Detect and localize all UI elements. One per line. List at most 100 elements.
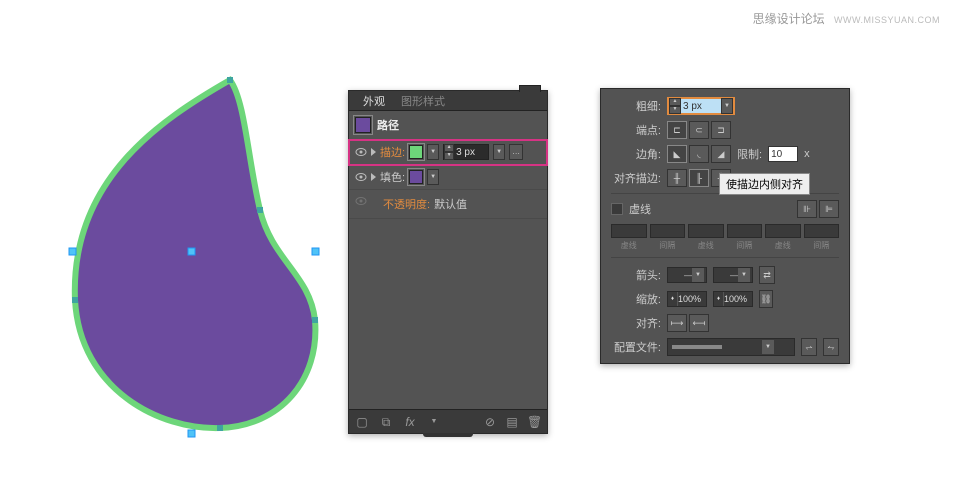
panel-grip[interactable]: [423, 433, 473, 437]
duplicate-icon[interactable]: ⧉: [379, 415, 393, 429]
trash-icon[interactable]: 🗑: [527, 415, 541, 429]
center-handle[interactable]: [188, 248, 195, 255]
align-tooltip: 使描边内侧对齐: [719, 173, 810, 195]
anchor-point[interactable]: [72, 297, 78, 303]
cap-square-button[interactable]: ⊐: [711, 121, 731, 139]
cap-round-button[interactable]: ⊂: [689, 121, 709, 139]
stroke-label[interactable]: 描边:: [380, 144, 405, 160]
dash-align-button[interactable]: ⊫: [819, 200, 839, 218]
opacity-value[interactable]: 默认值: [434, 196, 467, 212]
arrow-label: 箭头:: [611, 267, 661, 283]
limit-input[interactable]: [768, 146, 798, 162]
cap-label: 端点:: [611, 122, 661, 138]
tab-appearance[interactable]: 外观: [355, 91, 393, 111]
weight-input[interactable]: [681, 99, 721, 113]
opacity-label[interactable]: 不透明度:: [383, 196, 430, 212]
fill-row[interactable]: 填色: ▼: [349, 165, 547, 190]
corner-miter-button[interactable]: ◣: [667, 145, 687, 163]
new-art-icon[interactable]: ▢: [355, 415, 369, 429]
anchor-point[interactable]: [227, 77, 233, 83]
stroke-row[interactable]: 描边: ▼ ▲▼ ▼ …: [349, 140, 547, 165]
corner-bevel-button[interactable]: ◢: [711, 145, 731, 163]
stroke-color-dropdown[interactable]: ▼: [427, 144, 439, 160]
step-up-icon[interactable]: ▲: [444, 144, 454, 152]
weight-stepper[interactable]: ▲▼ ▼: [667, 97, 735, 115]
expand-icon[interactable]: [371, 148, 376, 156]
bbox-handle[interactable]: [312, 248, 319, 255]
scale-start-input[interactable]: ♦100%: [667, 291, 707, 307]
appearance-body: [349, 219, 547, 419]
arrow-end-select[interactable]: —▼: [713, 267, 753, 283]
anchor-point[interactable]: [217, 425, 223, 431]
flip-across-button[interactable]: ⥋: [801, 338, 817, 356]
profile-select[interactable]: ▼: [667, 338, 795, 356]
teardrop-shape[interactable]: [60, 60, 330, 440]
stroke-weight-dropdown[interactable]: ▼: [493, 144, 505, 160]
stroke-weight-stepper[interactable]: ▲▼: [443, 144, 489, 160]
scale-row: 缩放: ♦100% ♦100% ⛓: [611, 290, 839, 308]
dash-input-1[interactable]: [611, 224, 647, 238]
dash-preserve-button[interactable]: ⊪: [797, 200, 817, 218]
limit-unit: x: [804, 148, 810, 160]
stroke-color-swatch[interactable]: [409, 145, 423, 159]
artboard[interactable]: [60, 60, 330, 440]
visibility-icon[interactable]: [355, 196, 367, 206]
profile-uniform-icon: [672, 345, 722, 349]
bbox-handle[interactable]: [69, 248, 76, 255]
bbox-handle[interactable]: [188, 430, 195, 437]
arrow-start-select[interactable]: —▼: [667, 267, 707, 283]
link-scale-button[interactable]: ⛓: [759, 290, 773, 308]
visibility-icon[interactable]: [355, 172, 367, 182]
swap-arrows-button[interactable]: ⇄: [759, 266, 775, 284]
profile-row: 配置文件: ▼ ⥋ ⥊: [611, 338, 839, 356]
expand-icon[interactable]: [371, 173, 376, 181]
cap-row: 端点: ⊏ ⊂ ⊐: [611, 121, 839, 139]
fx-dropdown-icon[interactable]: ▼: [427, 415, 441, 429]
corner-label: 边角:: [611, 146, 661, 162]
weight-row: 粗细: ▲▼ ▼: [611, 97, 839, 115]
anchor-point[interactable]: [257, 207, 263, 213]
watermark: 思缘设计论坛 WWW.MISSYUAN.COM: [753, 10, 940, 27]
gap-input-1[interactable]: [650, 224, 686, 238]
step-up-icon[interactable]: ▲: [669, 98, 681, 106]
stroke-weight-input[interactable]: [454, 145, 488, 159]
object-swatch[interactable]: [355, 117, 371, 133]
corner-round-button[interactable]: ◟: [689, 145, 709, 163]
stroke-options-button[interactable]: …: [509, 144, 523, 160]
gap-input-3[interactable]: [804, 224, 840, 238]
anchor-point[interactable]: [312, 317, 318, 323]
fx-button[interactable]: fx: [403, 415, 417, 429]
align-center-button[interactable]: ╫: [667, 169, 687, 187]
panel-titlebar[interactable]: 外观 图形样式: [349, 91, 547, 111]
stroke-panel: 粗细: ▲▼ ▼ 端点: ⊏ ⊂ ⊐ 边角: ◣ ◟ ◢ 限制: x 对齐描边:…: [600, 88, 850, 364]
clear-icon[interactable]: ⊘: [483, 415, 497, 429]
align-arrow-row: 对齐: ⟼ ⟻: [611, 314, 839, 332]
fill-label[interactable]: 填色:: [380, 169, 405, 185]
fill-color-dropdown[interactable]: ▼: [427, 169, 439, 185]
dash-input-2[interactable]: [688, 224, 724, 238]
align-tip-button[interactable]: ⟼: [667, 314, 687, 332]
object-title: 路径: [377, 117, 399, 133]
new-icon[interactable]: ▤: [505, 415, 519, 429]
dashed-line-section: 虚线 ⊪ ⊫ 虚线 间隔 虚线 间隔 虚线 间隔: [611, 193, 839, 258]
opacity-row[interactable]: 不透明度: 默认值: [349, 190, 547, 219]
weight-dropdown[interactable]: ▼: [721, 98, 733, 114]
appearance-footer: ▢ ⧉ fx ▼ ⊘ ▤ 🗑: [349, 409, 547, 433]
align-arrow-label: 对齐:: [611, 315, 661, 331]
fill-color-swatch[interactable]: [409, 170, 423, 184]
align-end-button[interactable]: ⟻: [689, 314, 709, 332]
cap-butt-button[interactable]: ⊏: [667, 121, 687, 139]
tab-graphic-styles[interactable]: 图形样式: [393, 91, 453, 111]
profile-label: 配置文件:: [611, 339, 661, 355]
step-down-icon[interactable]: ▼: [444, 152, 454, 160]
appearance-header: 路径: [349, 111, 547, 140]
step-down-icon[interactable]: ▼: [669, 106, 681, 114]
align-inside-button[interactable]: ╟: [689, 169, 709, 187]
flip-along-button[interactable]: ⥊: [823, 338, 839, 356]
dashed-checkbox[interactable]: [611, 203, 623, 215]
dash-input-3[interactable]: [765, 224, 801, 238]
gap-input-2[interactable]: [727, 224, 763, 238]
visibility-icon[interactable]: [355, 147, 367, 157]
scale-end-input[interactable]: ♦100%: [713, 291, 753, 307]
corner-row: 边角: ◣ ◟ ◢ 限制: x: [611, 145, 839, 163]
